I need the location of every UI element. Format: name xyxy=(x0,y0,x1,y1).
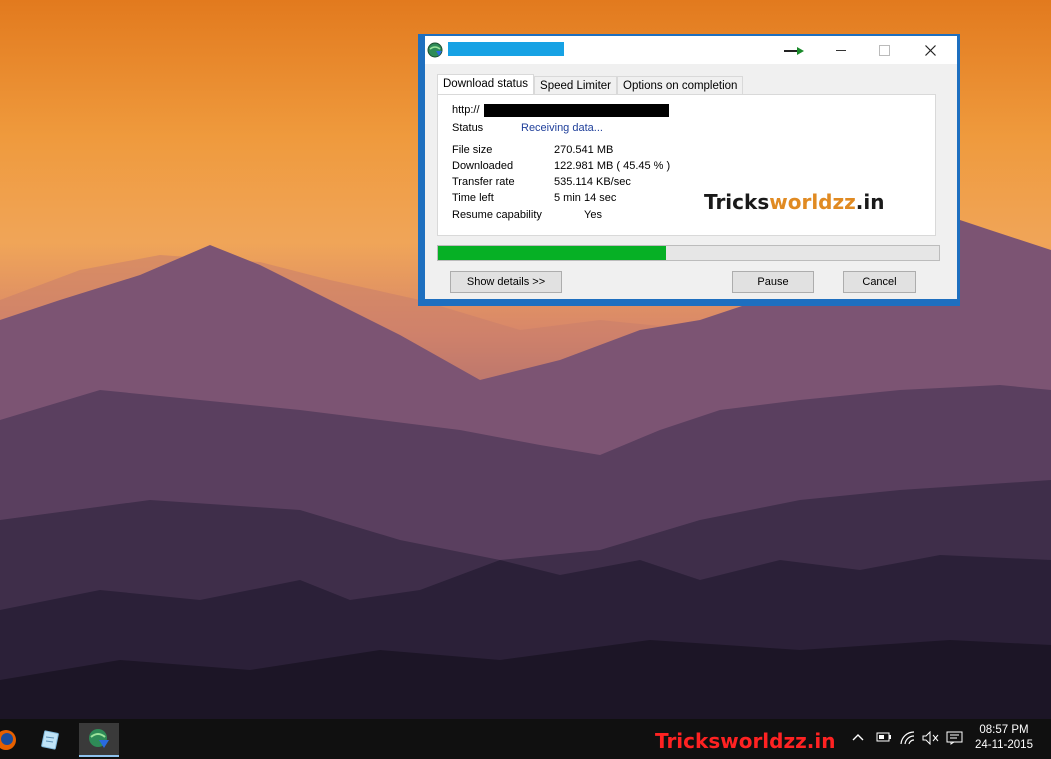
minimize-button[interactable] xyxy=(818,36,864,64)
downloaded-label: Downloaded xyxy=(452,160,514,172)
resume-capability-value: Yes xyxy=(584,209,602,221)
progress-fill xyxy=(438,246,666,260)
firefox-icon xyxy=(0,730,16,750)
taskbar-watermark: Tricksworldzz.in xyxy=(655,729,836,753)
dialog-body: Download status Speed Limiter Options on… xyxy=(425,36,957,299)
notification-icon[interactable] xyxy=(946,731,964,749)
title-redaction xyxy=(448,42,564,56)
taskbar-notepad[interactable] xyxy=(30,723,70,757)
show-details-button[interactable]: Show details >> xyxy=(450,271,562,293)
idm-globe-icon xyxy=(427,42,443,58)
close-icon xyxy=(924,44,936,56)
status-label: Status xyxy=(452,122,484,134)
watermark-part-1: Tricks xyxy=(704,190,770,214)
time-left-value: 5 min 14 sec xyxy=(554,192,617,204)
taskbar: Tricksworldzz.in 08:57 PM 24-11-2015 xyxy=(0,719,1051,759)
watermark-text: Tricksworldzz.in xyxy=(704,190,884,214)
resume-capability-label: Resume capability xyxy=(452,209,542,221)
notepad-icon xyxy=(41,730,59,750)
watermark-part-3: .in xyxy=(855,190,885,214)
transfer-rate-value: 535.114 KB/sec xyxy=(554,176,631,188)
maximize-icon xyxy=(878,44,890,56)
status-value: Receiving data... xyxy=(521,122,603,134)
battery-icon[interactable] xyxy=(876,731,892,747)
close-button[interactable] xyxy=(907,36,953,64)
clock-date: 24-11-2015 xyxy=(975,739,1033,751)
download-progress-bar xyxy=(437,245,940,261)
chevron-up-icon[interactable] xyxy=(852,731,864,747)
minimize-icon xyxy=(836,49,846,51)
title-bar[interactable] xyxy=(425,36,957,64)
dialog-content: Download status Speed Limiter Options on… xyxy=(425,64,957,299)
download-status-panel: http:// Status Receiving data... File si… xyxy=(437,94,936,236)
tab-bar: Download status Speed Limiter Options on… xyxy=(437,74,744,97)
transfer-rate-label: Transfer rate xyxy=(452,176,515,188)
downloaded-value: 122.981 MB ( 45.45 % ) xyxy=(554,160,671,172)
pause-button[interactable]: Pause xyxy=(732,271,814,293)
url-redaction xyxy=(484,104,669,117)
volume-muted-icon[interactable] xyxy=(922,730,940,749)
taskbar-idm[interactable] xyxy=(79,723,119,757)
maximize-button[interactable] xyxy=(861,36,907,64)
clock-time: 08:57 PM xyxy=(979,724,1029,736)
cancel-button[interactable]: Cancel xyxy=(843,271,916,293)
download-dialog: Download status Speed Limiter Options on… xyxy=(418,34,960,306)
watermark-part-2: worldzz xyxy=(769,190,856,214)
file-size-label: File size xyxy=(452,144,493,156)
taskbar-firefox[interactable] xyxy=(0,723,26,757)
time-left-label: Time left xyxy=(452,192,494,204)
file-size-value: 270.541 MB xyxy=(554,144,614,156)
system-clock[interactable]: 08:57 PM 24-11-2015 xyxy=(975,723,1033,753)
idm-globe-icon xyxy=(89,729,109,748)
wifi-icon[interactable] xyxy=(900,731,916,749)
url-label: http:// xyxy=(452,104,480,116)
download-arrow-icon xyxy=(784,47,804,55)
